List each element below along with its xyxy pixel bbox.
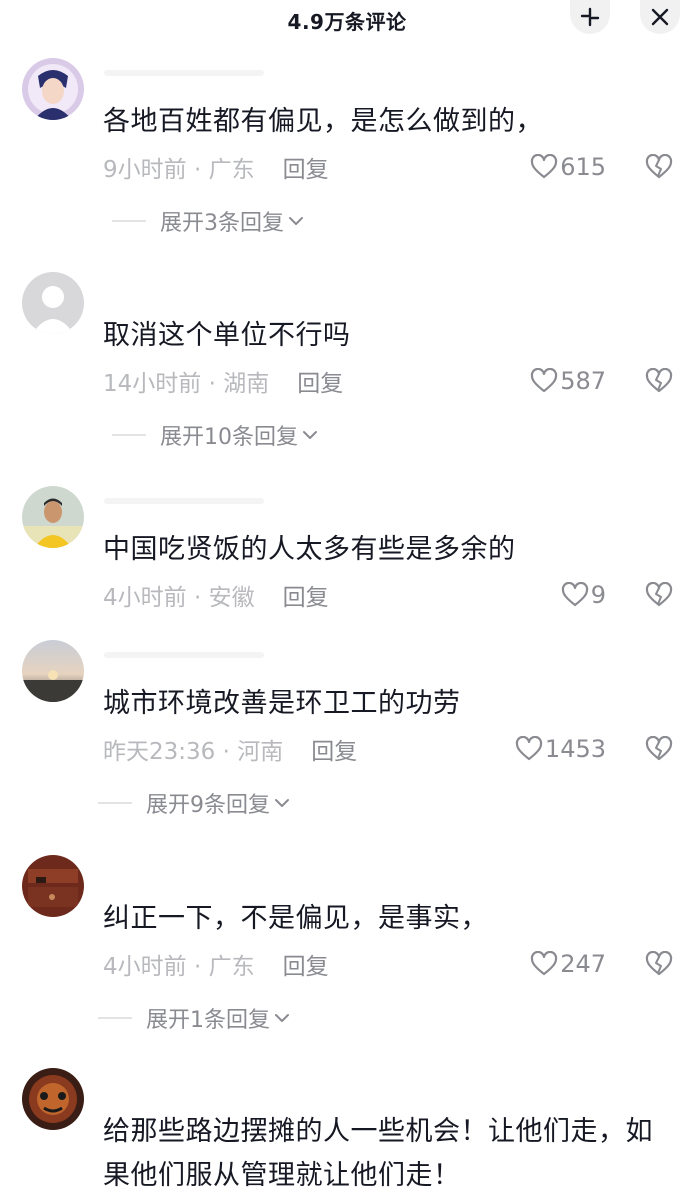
avatar[interactable] xyxy=(22,486,84,548)
comment-text: 取消这个单位不行吗 xyxy=(103,320,351,351)
comment-text: 中国吃贤饭的人太多有些是多余的 xyxy=(103,534,516,565)
comment-meta: 9小时前 · 广东 回复 xyxy=(103,150,329,184)
comment-text: 纠正一下，不是偏见，是事实， xyxy=(103,903,488,934)
like-button[interactable]: 587 xyxy=(530,364,606,398)
like-button[interactable]: 1453 xyxy=(515,732,606,766)
chevron-down-icon xyxy=(303,431,317,439)
reply-button[interactable]: 回复 xyxy=(311,732,357,766)
heart-outline-icon xyxy=(531,368,558,393)
expand-divider-line xyxy=(112,220,146,222)
comment-item: 取消这个单位不行吗 14小时前 · 湖南 回复 587 展开10条回复 xyxy=(0,272,694,462)
time-location: 9小时前 · 广东 xyxy=(103,157,255,183)
expand-replies-label: 展开9条回复 xyxy=(146,793,270,818)
expand-replies-label: 展开10条回复 xyxy=(160,425,298,450)
comment-item: 中国吃贤饭的人太多有些是多余的 4小时前 · 安徽 回复 9 xyxy=(0,486,694,626)
like-count: 587 xyxy=(560,367,606,395)
comment-text: 城市环境改善是环卫工的功劳 xyxy=(103,688,461,719)
like-button[interactable]: 9 xyxy=(561,578,606,612)
reply-button[interactable]: 回复 xyxy=(297,364,343,398)
time-location: 4小时前 · 广东 xyxy=(103,954,255,980)
avatar[interactable] xyxy=(22,1068,84,1130)
broken-heart-icon[interactable] xyxy=(645,154,673,180)
comment-text: 给那些路边摆摊的人一些机会！让他们走，如果他们服从管理就让他们走！ xyxy=(103,1116,653,1191)
expand-divider-line xyxy=(98,1017,132,1019)
comment-meta: 4小时前 · 安徽 回复 xyxy=(103,578,329,612)
expand-replies-button[interactable]: 展开1条回复 xyxy=(98,1001,290,1035)
comment-item: 给那些路边摆摊的人一些机会！让他们走，如果他们服从管理就让他们走！ xyxy=(0,1068,694,1200)
time-location: 昨天23:36 · 河南 xyxy=(103,739,284,765)
comment-text: 各地百姓都有偏见，是怎么做到的， xyxy=(103,106,543,137)
user-avatar-sunset xyxy=(22,640,84,702)
close-icon xyxy=(651,8,669,26)
broken-heart-icon[interactable] xyxy=(645,951,673,977)
user-avatar-ornament xyxy=(22,1068,84,1130)
heart-outline-icon xyxy=(561,582,588,607)
like-button[interactable]: 247 xyxy=(530,947,606,981)
chevron-down-icon xyxy=(275,1014,289,1022)
chevron-down-icon xyxy=(289,217,303,225)
avatar[interactable] xyxy=(22,58,84,120)
avatar[interactable] xyxy=(22,855,84,917)
like-count: 1453 xyxy=(544,735,606,763)
time-location: 4小时前 · 安徽 xyxy=(103,585,255,611)
like-count: 247 xyxy=(560,950,606,978)
user-avatar-photo xyxy=(22,486,84,548)
reply-button[interactable]: 回复 xyxy=(283,947,329,981)
comment-item: 纠正一下，不是偏见，是事实， 4小时前 · 广东 回复 247 展开1条回复 xyxy=(0,855,694,1045)
time-location: 14小时前 · 湖南 xyxy=(103,371,270,397)
broken-heart-icon[interactable] xyxy=(645,582,673,608)
comment-meta: 4小时前 · 广东 回复 xyxy=(103,947,329,981)
expand-replies-label: 展开3条回复 xyxy=(160,211,284,236)
like-button[interactable]: 615 xyxy=(530,150,606,184)
expand-divider-line xyxy=(98,802,132,804)
comments-header: 4.9万条评论 xyxy=(0,0,694,34)
heart-outline-icon xyxy=(515,736,543,761)
like-count: 9 xyxy=(590,581,606,609)
comment-item: 各地百姓都有偏见，是怎么做到的， 9小时前 · 广东 回复 615 展开3条回复 xyxy=(0,58,694,248)
expand-replies-button[interactable]: 展开3条回复 xyxy=(112,204,304,238)
user-avatar-furniture xyxy=(22,855,84,917)
like-count: 615 xyxy=(560,153,606,181)
comment-meta: 昨天23:36 · 河南 回复 xyxy=(103,732,357,766)
avatar[interactable] xyxy=(22,272,84,334)
avatar[interactable] xyxy=(22,640,84,702)
comment-meta: 14小时前 · 湖南 回复 xyxy=(103,364,343,398)
heart-outline-icon xyxy=(531,154,558,179)
expand-replies-button[interactable]: 展开10条回复 xyxy=(112,418,318,452)
broken-heart-icon[interactable] xyxy=(645,368,673,394)
expand-divider-line xyxy=(112,434,146,436)
heart-outline-icon xyxy=(531,951,558,976)
expand-replies-button[interactable]: 展开9条回复 xyxy=(98,786,290,820)
default-avatar-icon xyxy=(22,272,84,334)
username-placeholder xyxy=(104,652,264,658)
user-avatar-illustration xyxy=(22,58,84,120)
reply-button[interactable]: 回复 xyxy=(283,578,329,612)
chevron-down-icon xyxy=(275,799,289,807)
username-placeholder xyxy=(104,498,264,504)
expand-replies-label: 展开1条回复 xyxy=(146,1008,270,1033)
collapse-icon xyxy=(580,7,600,27)
broken-heart-icon[interactable] xyxy=(645,736,673,762)
comment-item: 城市环境改善是环卫工的功劳 昨天23:36 · 河南 回复 1453 展开9条回… xyxy=(0,640,694,830)
username-placeholder xyxy=(104,70,264,76)
reply-button[interactable]: 回复 xyxy=(283,150,329,184)
